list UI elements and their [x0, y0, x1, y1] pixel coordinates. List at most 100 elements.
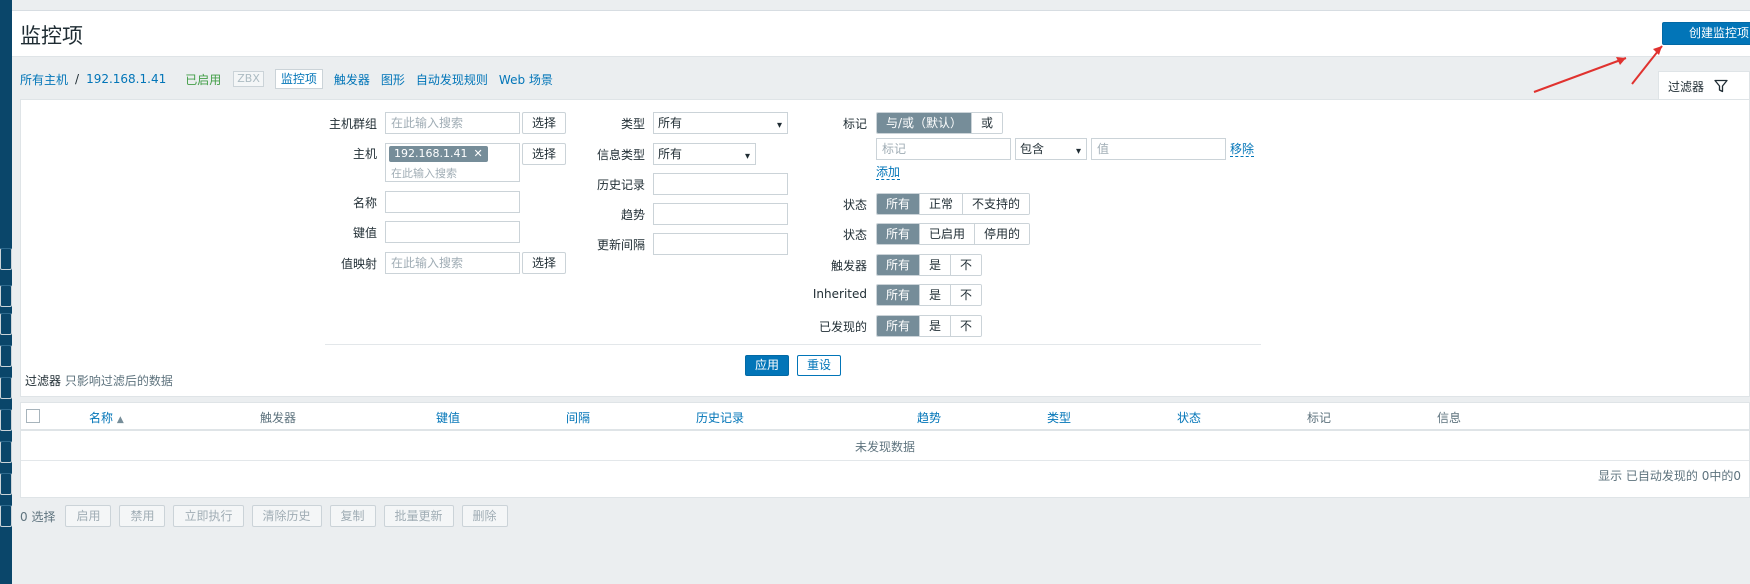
hosts-select-button[interactable]: 选择 — [522, 143, 566, 165]
discovered-option-no[interactable]: 不 — [950, 316, 982, 336]
discovered-option-yes[interactable]: 是 — [919, 316, 951, 336]
filter-panel: 主机群组 在此输入搜索 选择 主机 192.168.1.41 ✕ 在此输入搜索 … — [20, 99, 1750, 397]
inherited-option-yes[interactable]: 是 — [919, 285, 951, 305]
history-input[interactable] — [653, 173, 788, 195]
column-key[interactable]: 键值 — [436, 409, 460, 426]
breadcrumb-separator: / — [75, 72, 80, 86]
page-title: 监控项 — [20, 24, 83, 48]
breadcrumb-host[interactable]: 192.168.1.41 — [86, 72, 166, 86]
column-interval[interactable]: 间隔 — [566, 409, 590, 426]
state-option-all[interactable]: 所有 — [877, 194, 920, 214]
tag-value-input[interactable]: 值 — [1091, 138, 1226, 160]
status-label: 状态 — [842, 228, 867, 242]
update-interval-input[interactable] — [653, 233, 788, 255]
type-select-value: 所有 — [658, 116, 683, 130]
column-type[interactable]: 类型 — [1047, 409, 1071, 426]
tag-name-input[interactable]: 标记 — [876, 138, 1011, 160]
host-status[interactable]: 已启用 — [185, 71, 221, 88]
status-option-disabled[interactable]: 停用的 — [974, 224, 1030, 244]
mass-update-button[interactable]: 批量更新 — [383, 505, 454, 527]
name-label: 名称 — [352, 196, 377, 210]
state-option-normal[interactable]: 正常 — [919, 194, 963, 214]
hosts-label: 主机 — [352, 147, 377, 161]
column-info: 信息 — [1437, 411, 1462, 425]
tag-remove-link[interactable]: 移除 — [1230, 142, 1255, 157]
reset-button[interactable]: 重设 — [797, 355, 841, 376]
column-status[interactable]: 状态 — [1177, 409, 1201, 426]
page-header: 监控项 创建监控项 — [12, 11, 1750, 57]
copy-button[interactable]: 复制 — [329, 505, 376, 527]
tab-graphs[interactable]: 图形 — [381, 71, 405, 88]
tags-mode-and-or[interactable]: 与/或（默认） — [877, 113, 972, 133]
tab-web-scenarios[interactable]: Web 场景 — [499, 71, 553, 88]
chevron-down-icon: ▾ — [744, 151, 750, 162]
zbx-availability-badge: ZBX — [233, 71, 264, 87]
tag-add-link[interactable]: 添加 — [876, 165, 901, 180]
sidebar-divider — [0, 473, 12, 495]
filter-tab[interactable]: 过滤器 — [1658, 71, 1750, 100]
value-mapping-input[interactable]: 在此输入搜索 — [385, 252, 520, 274]
create-item-button[interactable]: 创建监控项 — [1662, 22, 1750, 45]
trends-input[interactable] — [653, 203, 788, 225]
host-chip: 192.168.1.41 ✕ — [389, 146, 488, 162]
type-select[interactable]: 所有 ▾ — [653, 112, 788, 134]
status-option-enabled[interactable]: 已启用 — [919, 224, 975, 244]
status-option-all[interactable]: 所有 — [877, 224, 920, 244]
host-groups-input[interactable]: 在此输入搜索 — [385, 112, 520, 134]
execute-now-button[interactable]: 立即执行 — [173, 505, 244, 527]
host-groups-select-button[interactable]: 选择 — [522, 112, 566, 134]
trends-label: 趋势 — [620, 208, 645, 222]
main-page: 监控项 创建监控项 所有主机 / 192.168.1.41 已启用 ZBX 监控… — [12, 10, 1750, 584]
info-type-select-value: 所有 — [658, 147, 683, 161]
tab-discovery-rules[interactable]: 自动发现规则 — [416, 71, 488, 88]
history-label: 历史记录 — [596, 178, 645, 192]
key-input[interactable] — [385, 221, 520, 243]
column-name[interactable]: 名称 ▲ — [89, 409, 124, 426]
filter-note: 过滤器 只影响过滤后的数据 — [25, 372, 173, 389]
select-all-checkbox[interactable] — [26, 409, 40, 423]
discovered-option-all[interactable]: 所有 — [877, 316, 920, 336]
state-toggle[interactable]: 所有 正常 不支持的 — [876, 193, 1031, 215]
clear-history-button[interactable]: 清除历史 — [251, 505, 322, 527]
tags-mode-or[interactable]: 或 — [971, 113, 1003, 133]
inherited-option-all[interactable]: 所有 — [877, 285, 920, 305]
column-name-label: 名称 — [89, 411, 114, 425]
chip-remove-icon[interactable]: ✕ — [473, 146, 482, 162]
column-trends[interactable]: 趋势 — [917, 409, 941, 426]
left-sidebar-edge — [0, 0, 12, 584]
hosts-input[interactable]: 192.168.1.41 ✕ 在此输入搜索 — [385, 143, 520, 182]
tag-operator-select[interactable]: 包含 ▾ — [1015, 138, 1087, 160]
triggers-option-yes[interactable]: 是 — [919, 255, 951, 275]
column-triggers: 触发器 — [260, 411, 297, 425]
delete-button[interactable]: 删除 — [461, 505, 508, 527]
table-header: 名称 ▲ 触发器 键值 间隔 历史记录 趋势 类型 状态 标记 信息 — [21, 403, 1749, 431]
breadcrumb-all-hosts[interactable]: 所有主机 — [20, 71, 68, 88]
tab-items[interactable]: 监控项 — [274, 69, 323, 89]
triggers-toggle[interactable]: 所有 是 不 — [876, 254, 983, 276]
inherited-option-no[interactable]: 不 — [950, 285, 982, 305]
type-label: 类型 — [620, 117, 645, 131]
key-label: 键值 — [352, 226, 377, 240]
inherited-toggle[interactable]: 所有 是 不 — [876, 284, 983, 306]
sidebar-divider — [0, 248, 12, 270]
filter-divider — [325, 344, 1261, 345]
disable-button[interactable]: 禁用 — [119, 505, 166, 527]
triggers-option-all[interactable]: 所有 — [877, 255, 920, 275]
triggers-option-no[interactable]: 不 — [950, 255, 982, 275]
sidebar-divider — [0, 441, 12, 463]
value-mapping-select-button[interactable]: 选择 — [522, 252, 566, 274]
breadcrumb: 所有主机 / 192.168.1.41 已启用 ZBX 监控项 触发器 图形 自… — [20, 68, 553, 90]
status-toggle[interactable]: 所有 已启用 停用的 — [876, 223, 1031, 245]
apply-button[interactable]: 应用 — [745, 355, 789, 376]
sidebar-divider — [0, 505, 12, 527]
discovered-toggle[interactable]: 所有 是 不 — [876, 315, 983, 337]
state-option-unsupported[interactable]: 不支持的 — [962, 194, 1030, 214]
tab-triggers[interactable]: 触发器 — [334, 71, 370, 88]
name-input[interactable] — [385, 191, 520, 213]
sidebar-divider — [0, 345, 12, 367]
enable-button[interactable]: 启用 — [65, 505, 112, 527]
tags-mode-toggle[interactable]: 与/或（默认） 或 — [876, 112, 1004, 134]
filter-note-title: 过滤器 — [25, 374, 62, 388]
column-history[interactable]: 历史记录 — [696, 409, 744, 426]
info-type-select[interactable]: 所有 ▾ — [653, 143, 756, 165]
